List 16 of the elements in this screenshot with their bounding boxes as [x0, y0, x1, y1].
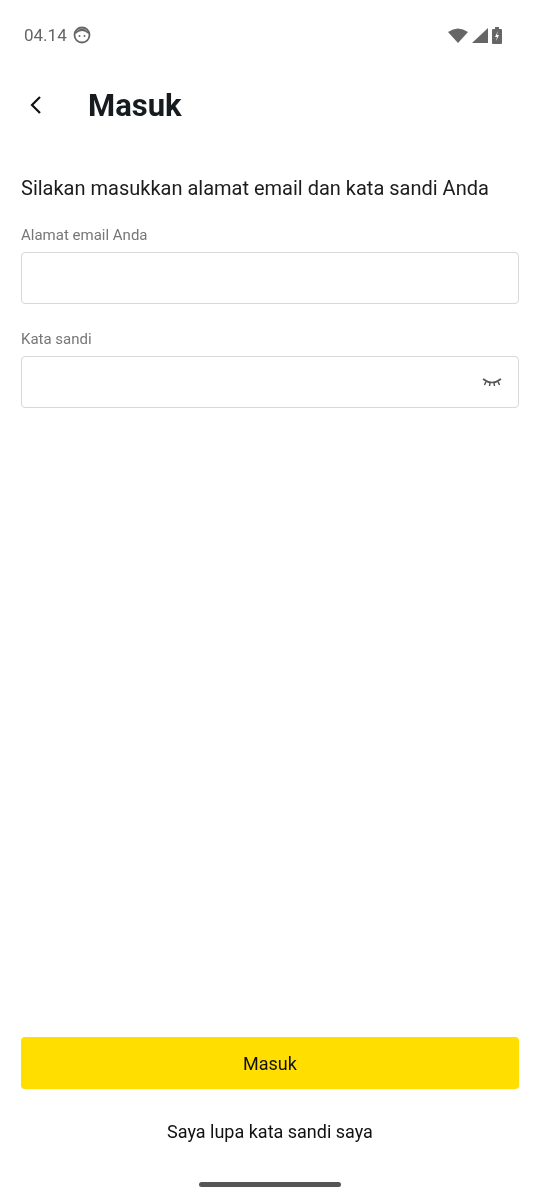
instruction-text: Silakan masukkan alamat email dan kata sandi Anda	[21, 176, 490, 200]
forgot-password-link[interactable]: Saya lupa kata sandi saya	[167, 1121, 373, 1142]
home-indicator[interactable]	[199, 1182, 341, 1187]
eye-closed-icon[interactable]	[482, 377, 502, 387]
signal-icon	[472, 27, 488, 43]
battery-icon	[492, 26, 502, 44]
input-field[interactable]	[21, 252, 519, 304]
login-button[interactable]: Masuk	[21, 1037, 519, 1089]
input-field[interactable]	[21, 356, 519, 408]
face-icon	[72, 26, 91, 44]
field-label: Alamat email Anda	[21, 226, 149, 244]
wifi-icon	[448, 27, 468, 43]
back-icon[interactable]	[30, 95, 42, 115]
status-time: 04.14	[24, 25, 67, 45]
field-label: Kata sandi	[21, 330, 93, 348]
page-title: Masuk	[88, 86, 182, 124]
